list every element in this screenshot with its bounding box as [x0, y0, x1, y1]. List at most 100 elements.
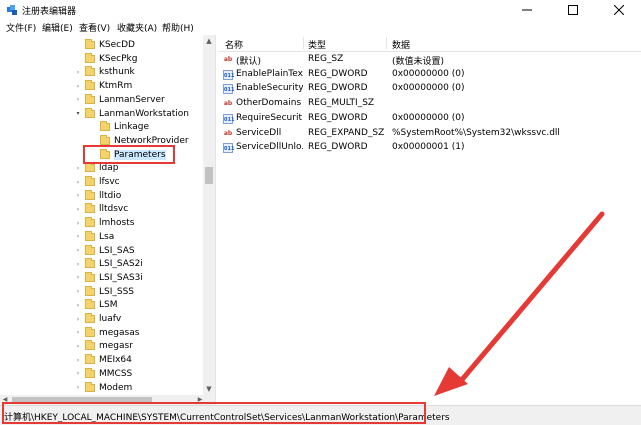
value-name: (默认) [236, 57, 262, 67]
expand-chevron-icon[interactable]: › [74, 316, 82, 323]
expand-chevron-icon[interactable]: › [74, 206, 82, 213]
tree-item[interactable]: › MMCSS [74, 367, 132, 381]
expand-chevron-icon[interactable]: › [74, 370, 82, 377]
tree-item[interactable]: › KtmRm [74, 79, 132, 93]
expand-chevron-icon[interactable]: › [74, 288, 82, 295]
close-button[interactable] [596, 0, 641, 20]
value-row[interactable]: 011EnablePlainTex... REG_DWORD 0x00000000 … [219, 68, 641, 82]
tree-item-label: LanmanServer [99, 94, 165, 105]
scroll-down-icon[interactable]: ▼ [203, 383, 215, 395]
value-list-pane[interactable]: 名称 类型 数据 ab (默认) REG_SZ (数值未设置) 011 EnablePla… [219, 35, 641, 405]
menu-help[interactable]: 帮助(H) [162, 21, 194, 34]
expand-chevron-icon[interactable]: › [74, 302, 82, 309]
tree-item-label: LanmanWorkstation [99, 108, 189, 119]
value-type: REG_DWORD [308, 68, 368, 79]
expand-chevron-icon[interactable]: › [74, 96, 82, 103]
expand-chevron-icon[interactable]: › [74, 233, 82, 240]
tree-item[interactable]: › lmhosts [74, 216, 134, 230]
tree-item[interactable]: › Lsa [74, 230, 114, 244]
column-separator[interactable] [303, 37, 304, 49]
value-row[interactable]: 011 ServiceDllUnlo... REG_DWORD 0x00000001 … [219, 141, 641, 155]
tree-item[interactable]: › luafv [74, 312, 121, 326]
tree-item[interactable]: › ksthunk [74, 65, 135, 79]
tree-item-label: ldap [99, 163, 119, 174]
menu-view[interactable]: 查看(V) [79, 21, 110, 34]
tree-item[interactable]: KSecDD [74, 38, 135, 52]
folder-icon [85, 39, 95, 49]
tree-item[interactable]: › MEIx64 [74, 353, 132, 367]
tree-item[interactable]: › lfsvc [74, 175, 120, 189]
title-bar: 注册表编辑器 [0, 0, 641, 20]
expand-chevron-icon[interactable]: › [74, 165, 82, 172]
key-tree-pane[interactable]: KSecDD KSecPkg › ksthunk › KtmRm › LanmanServer… [0, 35, 204, 395]
value-name: EnablePlainTex... [236, 68, 303, 79]
value-name: RequireSecurit... [236, 112, 303, 123]
expand-chevron-icon[interactable]: › [74, 329, 82, 336]
tree-item[interactable]: › LSM [74, 298, 118, 312]
tree-item[interactable]: › LSI_SAS3i [74, 271, 143, 285]
tree-item[interactable]: ▾ LanmanWorkstation [74, 107, 189, 121]
folder-icon [85, 52, 95, 63]
tree-item[interactable]: › LanmanServer [74, 93, 165, 107]
column-name-header[interactable]: 名称 [225, 38, 243, 51]
menu-file[interactable]: 文件(F) [6, 21, 36, 34]
scroll-up-icon[interactable]: ▲ [203, 35, 215, 47]
expand-chevron-icon[interactable]: › [74, 247, 82, 254]
string-value-icon: ab [223, 56, 233, 63]
tree-item[interactable]: › Modem [74, 381, 132, 395]
tree-item-label: LSI_SAS [99, 245, 135, 256]
expand-chevron-icon[interactable]: › [74, 384, 82, 391]
value-row[interactable]: ab (默认) REG_SZ (数值未设置) [219, 53, 641, 67]
folder-icon [85, 285, 95, 296]
value-row[interactable]: 011EnableSecurity... REG_DWORD 0x00000000 … [219, 82, 641, 96]
tree-item[interactable]: KSecPkg [74, 52, 137, 66]
value-data: %SystemRoot%\System32\wkssvc.dll [392, 127, 560, 138]
folder-icon [85, 176, 95, 186]
expand-chevron-icon[interactable]: › [74, 83, 82, 90]
collapse-chevron-icon[interactable]: ▾ [74, 110, 82, 117]
tree-item[interactable]: › LSI_SSS [74, 285, 134, 299]
expand-chevron-icon[interactable]: › [74, 261, 82, 268]
value-type: REG_MULTI_SZ [308, 98, 375, 109]
tree-item-label: lltdsvc [99, 204, 129, 215]
value-data: (数值未设置) [392, 57, 445, 67]
tree-item[interactable]: › LSI_SAS [74, 244, 135, 258]
tree-item[interactable]: › megasr [74, 339, 133, 353]
tree-item-label: luafv [99, 314, 122, 324]
column-separator[interactable] [386, 37, 387, 49]
value-name: EnableSecurity... [236, 83, 303, 94]
tree-vertical-scrollbar[interactable]: ▲ ▼ [203, 35, 215, 395]
tree-item[interactable]: › lltdio [74, 189, 121, 203]
value-row[interactable]: ab OtherDomains REG_MULTI_SZ [219, 97, 641, 111]
folder-icon [85, 230, 95, 241]
expand-chevron-icon[interactable]: › [74, 192, 82, 199]
expand-chevron-icon[interactable]: › [74, 69, 82, 76]
folder-icon [85, 271, 95, 282]
value-row[interactable]: ab ServiceDll REG_EXPAND_SZ %SystemRoot%\Sy… [219, 127, 641, 141]
value-row[interactable]: 011RequireSecurit... REG_DWORD 0x00000000 … [219, 112, 641, 126]
registry-editor-window: 注册表编辑器 文件(F) 编辑(E) 查看(V) 收藏夹(A) 帮助(H) KS… [0, 0, 641, 425]
expand-chevron-icon[interactable]: › [74, 220, 82, 227]
tree-item[interactable]: Linkage [89, 120, 149, 134]
tree-item[interactable]: › megasas [74, 326, 139, 340]
tree-item-label: KSecPkg [99, 53, 138, 64]
expand-chevron-icon[interactable]: › [74, 343, 82, 350]
window-title: 注册表编辑器 [22, 7, 77, 17]
menu-edit[interactable]: 编辑(E) [42, 21, 73, 34]
expand-chevron-icon[interactable]: › [74, 274, 82, 281]
minimize-button[interactable] [504, 0, 550, 20]
tree-item[interactable]: › LSI_SAS2i [74, 257, 143, 271]
folder-icon [100, 121, 110, 132]
folder-icon [85, 66, 95, 77]
menu-favorites[interactable]: 收藏夹(A) [117, 21, 157, 34]
scroll-thumb[interactable] [205, 167, 213, 184]
tree-item-label: lltdio [99, 190, 122, 201]
column-type-header[interactable]: 类型 [308, 38, 326, 51]
expand-chevron-icon[interactable]: › [74, 179, 82, 186]
maximize-button[interactable] [550, 0, 596, 20]
column-data-header[interactable]: 数据 [392, 38, 410, 51]
tree-item[interactable]: › lltdsvc [74, 202, 128, 216]
expand-chevron-icon[interactable]: › [74, 357, 82, 364]
parameters-highlight-box [83, 145, 175, 164]
tree-item-label: Lsa [99, 231, 115, 242]
